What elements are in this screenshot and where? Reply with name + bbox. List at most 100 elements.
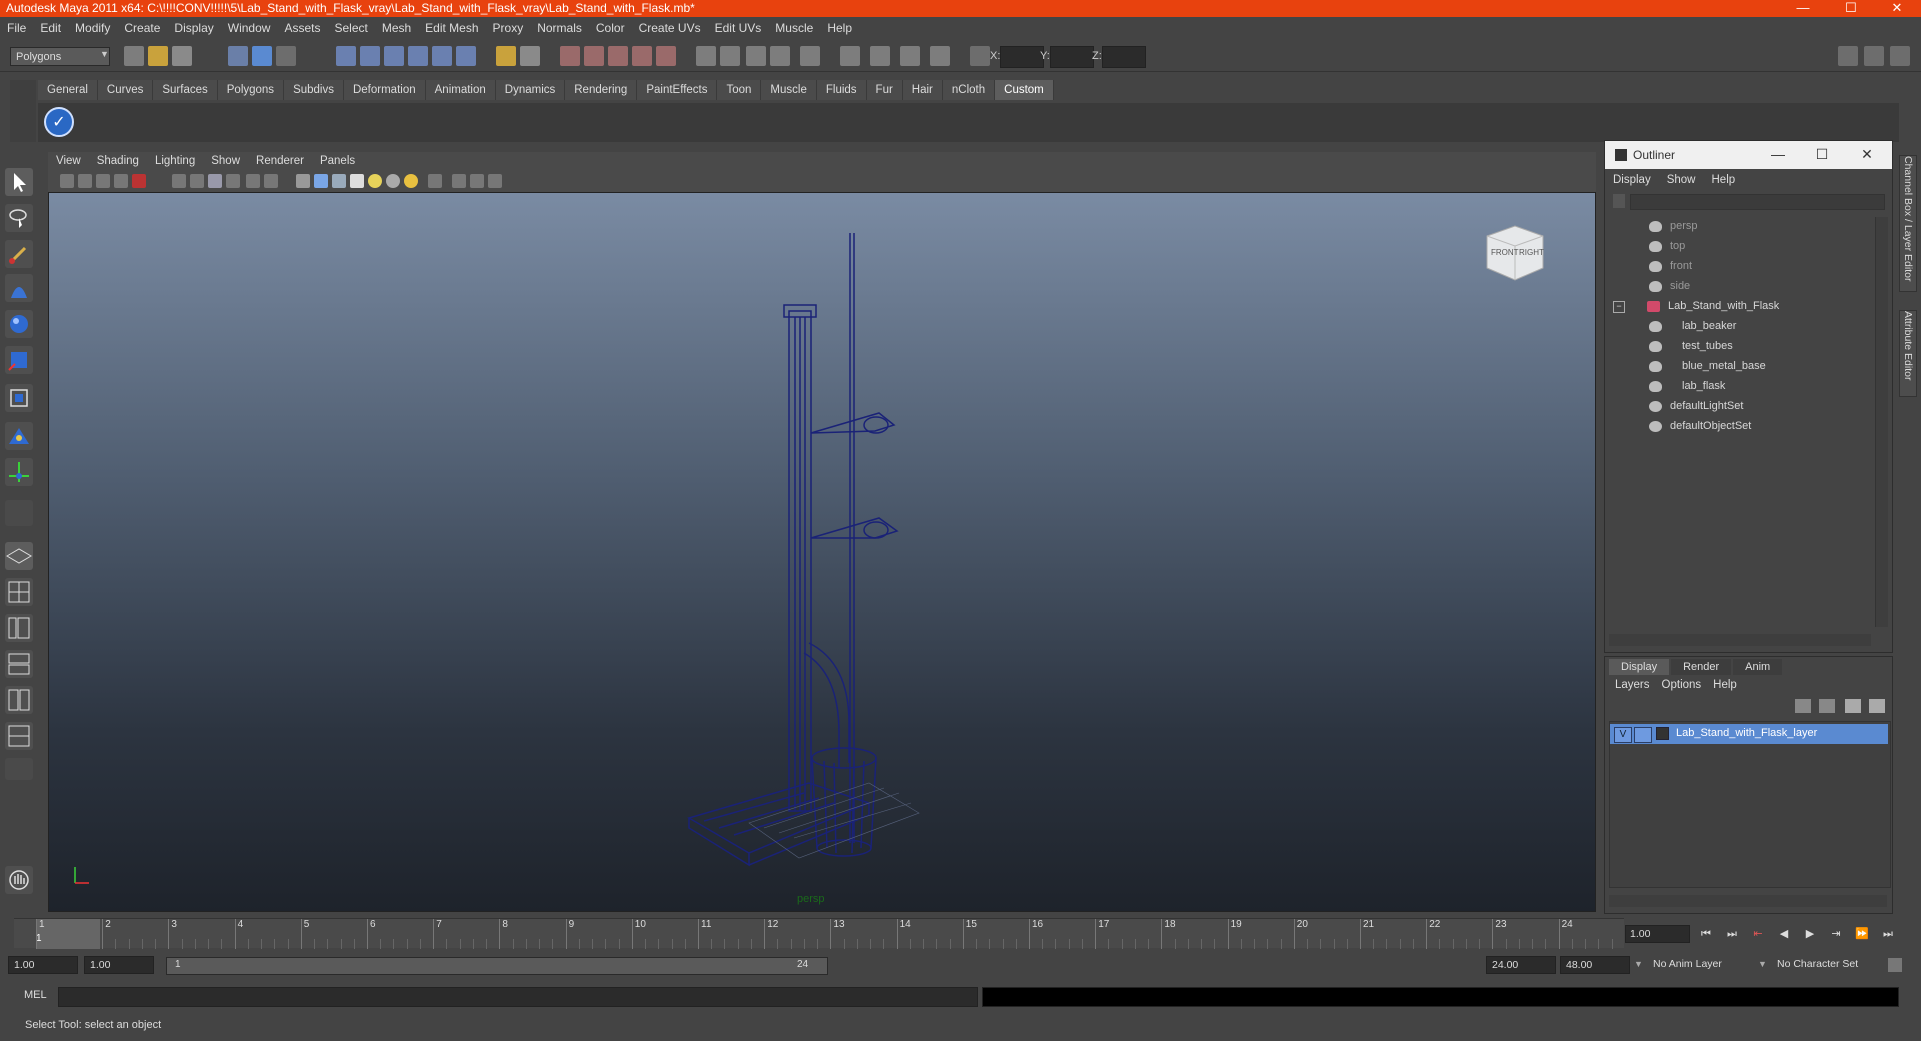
uv-editor-icon[interactable]	[746, 46, 766, 66]
wireframe-icon[interactable]	[296, 174, 310, 188]
outliner-menu-show[interactable]: Show	[1659, 174, 1704, 186]
construction-history-icon[interactable]	[520, 46, 540, 66]
image-plane-icon[interactable]	[114, 174, 128, 188]
panel-menu-shading[interactable]: Shading	[89, 155, 147, 167]
character-set-menu-icon[interactable]: ▼	[1758, 959, 1767, 969]
menu-file[interactable]: File	[0, 21, 33, 35]
outliner-close-button[interactable]: ✕	[1855, 146, 1879, 163]
new-layer-selected-icon[interactable]	[1869, 699, 1885, 713]
transform-icon[interactable]	[930, 46, 950, 66]
bookmark-icon[interactable]	[96, 174, 110, 188]
rotate-tool-icon[interactable]	[5, 310, 33, 338]
outliner-search-input[interactable]	[1630, 194, 1885, 210]
new-layer-icon[interactable]	[1845, 699, 1861, 713]
coord-z-input[interactable]	[1102, 46, 1146, 68]
side-tab-attribute-editor[interactable]: Attribute Editor	[1899, 310, 1917, 397]
xray-icon[interactable]	[452, 174, 466, 188]
step-back-frame-button[interactable]: ⇤	[1747, 925, 1769, 943]
step-forward-key-button[interactable]: ⏩	[1851, 925, 1873, 943]
character-set-selector[interactable]: No Character Set	[1772, 956, 1882, 974]
menu-proxy[interactable]: Proxy	[486, 21, 531, 35]
safe-action-icon[interactable]	[264, 174, 278, 188]
go-to-end-button[interactable]: ⏭	[1877, 925, 1899, 943]
menu-create[interactable]: Create	[117, 21, 167, 35]
time-slider[interactable]: 1 1 2 3 4 5 6 7 8 9 10 11 12 13 14 15 16 17 18 19 20 21 22 23 2…	[14, 918, 1624, 949]
render-view-icon[interactable]	[656, 46, 676, 66]
grease-pencil-icon[interactable]	[132, 174, 146, 188]
panel-menu-show[interactable]: Show	[203, 155, 248, 167]
layer-color-swatch-icon[interactable]	[1656, 727, 1669, 740]
input-mode-icon[interactable]	[970, 46, 990, 66]
move-layer-down-icon[interactable]	[1819, 699, 1835, 713]
all-lights-icon[interactable]	[386, 174, 400, 188]
outliner-item-lab-beaker[interactable]: lab_beaker	[1649, 317, 1736, 336]
persp-outliner-layout-icon[interactable]	[5, 722, 33, 750]
outliner-item-lab-flask[interactable]: lab_flask	[1649, 377, 1725, 396]
command-input[interactable]	[58, 987, 978, 1007]
shelf-tab-curves[interactable]: Curves	[97, 80, 154, 100]
shelf-tab-fluids[interactable]: Fluids	[816, 80, 867, 100]
render-settings-icon[interactable]	[608, 46, 628, 66]
four-pane-layout-icon[interactable]	[5, 578, 33, 606]
select-tool-icon[interactable]	[5, 168, 33, 196]
scale-tool-icon[interactable]	[5, 346, 33, 374]
outliner-menu-display[interactable]: Display	[1605, 174, 1659, 186]
shelf-tab-fur[interactable]: Fur	[866, 80, 903, 100]
shadows-icon[interactable]	[404, 174, 418, 188]
side-tab-channel-box[interactable]: Channel Box / Layer Editor	[1899, 155, 1917, 292]
layer-row[interactable]: V Lab_Stand_with_Flask_layer	[1610, 724, 1888, 744]
graph-icon[interactable]	[720, 46, 740, 66]
attribute-icon[interactable]	[870, 46, 890, 66]
tool-settings-icon[interactable]	[900, 46, 920, 66]
render-icon[interactable]	[560, 46, 580, 66]
grid-icon[interactable]	[172, 174, 186, 188]
outliner-persp-layout-icon[interactable]	[5, 614, 33, 642]
panel-menu-lighting[interactable]: Lighting	[147, 155, 203, 167]
menu-normals[interactable]: Normals	[530, 21, 589, 35]
texture-icon[interactable]	[770, 46, 790, 66]
outliner-minimize-button[interactable]: —	[1766, 146, 1790, 162]
panel-menu-panels[interactable]: Panels	[312, 155, 363, 167]
outliner-item-default-light-set[interactable]: defaultLightSet	[1649, 397, 1743, 416]
perspective-viewport[interactable]: FRONT RIGHT persp	[48, 192, 1596, 912]
shelf-tab-hair[interactable]: Hair	[902, 80, 943, 100]
shelf-tab-deformation[interactable]: Deformation	[343, 80, 426, 100]
maximize-button[interactable]: ☐	[1828, 0, 1874, 17]
layer-display-type-toggle[interactable]	[1634, 727, 1652, 743]
gate-mask-icon[interactable]	[226, 174, 240, 188]
hypergraph-icon[interactable]	[800, 46, 820, 66]
menu-modify[interactable]: Modify	[68, 21, 117, 35]
panel-options-icon[interactable]	[5, 758, 33, 780]
panel-menu-renderer[interactable]: Renderer	[248, 155, 312, 167]
select-object-icon[interactable]	[252, 46, 272, 66]
hand-tool-icon[interactable]	[5, 866, 33, 894]
show-manipulator-icon[interactable]	[5, 458, 33, 486]
camera-select-icon[interactable]	[60, 174, 74, 188]
layer-menu-layers[interactable]: Layers	[1609, 679, 1656, 691]
menu-mesh[interactable]: Mesh	[375, 21, 418, 35]
checkmark-icon[interactable]: ✓	[44, 107, 74, 137]
toggle-modeling-toolkit-icon[interactable]	[1838, 46, 1858, 66]
hypershade-icon[interactable]	[632, 46, 652, 66]
go-to-start-button[interactable]: ⏮	[1695, 925, 1717, 943]
shelf-tab-ncloth[interactable]: nCloth	[942, 80, 996, 100]
save-scene-icon[interactable]	[172, 46, 192, 66]
shelf-tab-rendering[interactable]: Rendering	[565, 80, 638, 100]
shelf-tab-general[interactable]: General	[38, 80, 98, 100]
hypershade-layout-icon[interactable]	[5, 686, 33, 714]
menu-edit[interactable]: Edit	[33, 21, 68, 35]
snap-point-icon[interactable]	[384, 46, 404, 66]
history-icon[interactable]	[456, 46, 476, 66]
shelf-tab-animation[interactable]: Animation	[425, 80, 496, 100]
hud-icon[interactable]	[488, 174, 502, 188]
menu-display[interactable]: Display	[167, 21, 220, 35]
shelf-tab-surfaces[interactable]: Surfaces	[153, 80, 218, 100]
playback-end-field[interactable]: 24.00	[1486, 956, 1556, 974]
shelf-tab-toon[interactable]: Toon	[717, 80, 762, 100]
current-frame-field[interactable]: 1.00	[1625, 925, 1690, 943]
outliner-item-persp[interactable]: persp	[1649, 217, 1698, 236]
menu-assets[interactable]: Assets	[277, 21, 327, 35]
auto-key-icon[interactable]	[1888, 958, 1902, 972]
paint-select-icon[interactable]	[5, 240, 33, 268]
ipr-render-icon[interactable]	[584, 46, 604, 66]
